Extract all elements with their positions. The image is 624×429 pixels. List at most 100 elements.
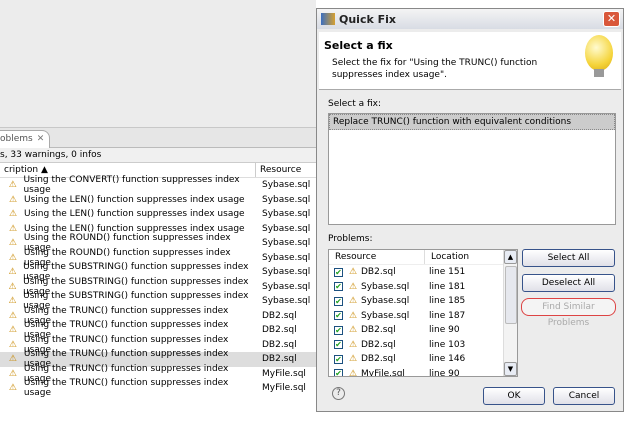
resource-cell: MyFile.sql <box>262 368 306 379</box>
description-cell: ⚠ Using the LEN() function suppresses ind… <box>0 195 256 205</box>
warning-icon: ⚠ <box>8 209 18 220</box>
location-cell: line 103 <box>429 339 466 350</box>
description-text: Using the LEN() function suppresses inde… <box>24 209 245 220</box>
scroll-thumb[interactable] <box>505 266 517 324</box>
checkbox[interactable]: ✔ <box>334 354 343 364</box>
resource-text: DB2.sql <box>361 354 396 365</box>
warning-icon: ⚠ <box>8 281 17 292</box>
location-cell: line 90 <box>429 368 460 377</box>
problem-row[interactable]: ✔ ⚠ DB2.sql line 103 <box>329 338 517 353</box>
dialog-header: Select a fix Select the fix for "Using t… <box>319 32 621 90</box>
warning-icon: ⚠ <box>8 310 17 321</box>
problem-row[interactable]: ✔ ⚠ DB2.sql line 151 <box>329 265 517 280</box>
resource-cell: DB2.sql <box>262 354 297 365</box>
problem-row[interactable]: ✔ ⚠ Sybase.sql line 185 <box>329 294 517 309</box>
problem-row[interactable]: ✔ ⚠ Sybase.sql line 187 <box>329 309 517 324</box>
find-similar-problems-button[interactable]: Find Similar Problems <box>521 298 616 328</box>
resource-cell: ✔ ⚠ DB2.sql <box>329 267 425 277</box>
resource-cell: Sybase.sql <box>262 238 311 249</box>
description-text: Using the LEN() function suppresses inde… <box>24 194 245 205</box>
resource-text: DB2.sql <box>361 325 396 336</box>
resource-text: Sybase.sql <box>361 281 410 292</box>
warning-icon: ⚠ <box>8 223 18 234</box>
problem-row[interactable]: ✔ ⚠ Sybase.sql line 181 <box>329 280 517 295</box>
checkbox[interactable]: ✔ <box>334 267 343 277</box>
location-cell: line 90 <box>429 325 460 336</box>
resource-cell: Sybase.sql <box>262 267 311 278</box>
problem-row[interactable]: ✔ ⚠ MyFile.sql line 90 <box>329 367 517 377</box>
resource-cell: DB2.sql <box>262 339 297 350</box>
warning-icon: ⚠ <box>8 267 17 278</box>
warning-icon: ⚠ <box>348 267 358 278</box>
description-cell: ⚠ Using the LEN() function suppresses ind… <box>0 209 256 219</box>
resource-cell: Sybase.sql <box>262 209 311 220</box>
warning-icon: ⚠ <box>8 252 17 263</box>
checkbox[interactable]: ✔ <box>334 296 343 306</box>
checkbox[interactable]: ✔ <box>334 311 343 321</box>
problems-view: oblems ✕ s, 33 warnings, 0 infos cription… <box>0 128 318 398</box>
tab-label: oblems <box>0 134 33 144</box>
ok-button[interactable]: OK <box>483 387 545 405</box>
resource-cell: ✔ ⚠ DB2.sql <box>329 325 425 335</box>
scroll-down-icon[interactable]: ▼ <box>504 362 517 376</box>
warning-icon: ⚠ <box>8 180 17 191</box>
resource-cell: ✔ ⚠ Sybase.sql <box>329 282 425 292</box>
resource-cell: ✔ ⚠ Sybase.sql <box>329 311 425 321</box>
table-row[interactable]: ⚠ Using the LEN() function suppresses ind… <box>0 193 317 208</box>
description-text: Using the CONVERT() function suppresses … <box>23 175 240 196</box>
location-cell: line 146 <box>429 354 466 365</box>
resource-cell: ✔ ⚠ DB2.sql <box>329 354 425 364</box>
warning-icon: ⚠ <box>8 368 17 379</box>
problem-row[interactable]: ✔ ⚠ DB2.sql line 146 <box>329 352 517 367</box>
lightbulb-icon <box>585 35 613 77</box>
checkbox[interactable]: ✔ <box>334 325 343 335</box>
location-cell: line 151 <box>429 267 466 278</box>
location-cell: line 181 <box>429 281 466 292</box>
problems-list: Resource Location ✔ ⚠ DB2.sql line 151 ✔ ⚠ Syb… <box>328 249 518 377</box>
checkbox[interactable]: ✔ <box>334 369 343 376</box>
column-resource[interactable]: Resource <box>329 250 425 264</box>
table-row[interactable]: ⚠ Using the CONVERT() function suppresses… <box>0 175 317 195</box>
warning-icon: ⚠ <box>8 194 18 205</box>
resource-text: DB2.sql <box>361 339 396 350</box>
fix-item[interactable]: Replace TRUNC() function with equivalent… <box>329 114 615 130</box>
resource-text: Sybase.sql <box>361 296 410 307</box>
scroll-up-icon[interactable]: ▲ <box>504 250 517 264</box>
quick-fix-dialog: Quick Fix ✕ Select a fix Select the fix … <box>316 8 624 412</box>
tab-bar: oblems ✕ <box>0 128 317 148</box>
column-location[interactable]: Location <box>425 250 475 264</box>
help-icon[interactable]: ? <box>332 387 345 400</box>
resource-cell: Sybase.sql <box>262 223 311 234</box>
description-text: Using the LEN() function suppresses inde… <box>24 223 245 234</box>
problem-row[interactable]: ✔ ⚠ DB2.sql line 90 <box>329 323 517 338</box>
deselect-all-button[interactable]: Deselect All <box>522 274 615 292</box>
close-button[interactable]: ✕ <box>603 11 620 27</box>
table-row[interactable]: ⚠ Using the TRUNC() function suppresses i… <box>0 378 317 399</box>
column-resource[interactable]: Resource <box>256 163 305 177</box>
resource-cell: DB2.sql <box>262 310 297 321</box>
tab-problems[interactable]: oblems ✕ <box>0 130 50 148</box>
resource-cell: Sybase.sql <box>262 180 311 191</box>
select-all-button[interactable]: Select All <box>522 249 615 267</box>
checkbox[interactable]: ✔ <box>334 282 343 292</box>
warning-icon: ⚠ <box>348 339 358 350</box>
warning-icon: ⚠ <box>348 281 358 292</box>
warning-icon: ⚠ <box>348 325 358 336</box>
description-cell: ⚠ Using the CONVERT() function suppresses… <box>0 175 256 195</box>
scrollbar[interactable]: ▲ ▼ <box>503 250 517 376</box>
cancel-button[interactable]: Cancel <box>553 387 615 405</box>
problems-table: ⚠ Using the CONVERT() function suppresses… <box>0 175 317 399</box>
warning-icon: ⚠ <box>348 354 358 365</box>
location-cell: line 185 <box>429 296 466 307</box>
title-bar: Quick Fix <box>317 9 623 29</box>
resource-cell: ✔ ⚠ DB2.sql <box>329 340 425 350</box>
checkbox[interactable]: ✔ <box>334 340 343 350</box>
table-row[interactable]: ⚠ Using the LEN() function suppresses ind… <box>0 207 317 222</box>
close-icon[interactable]: ✕ <box>37 134 45 144</box>
warning-icon: ⚠ <box>348 310 358 321</box>
description-text: Using the TRUNC() function suppresses in… <box>23 378 229 399</box>
resource-cell: Sybase.sql <box>262 194 311 205</box>
location-cell: line 187 <box>429 310 466 321</box>
description-cell: ⚠ Using the LEN() function suppresses ind… <box>0 224 256 234</box>
warning-icon: ⚠ <box>8 354 17 365</box>
